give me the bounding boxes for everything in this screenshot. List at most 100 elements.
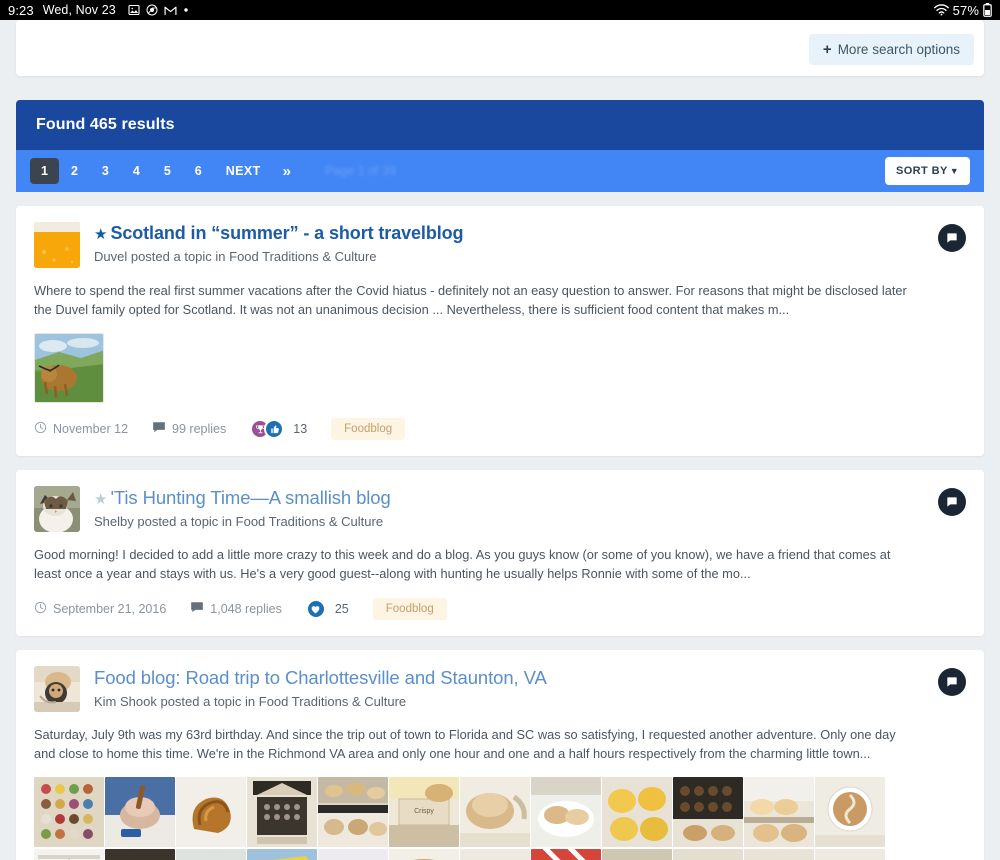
plus-icon: + [822, 41, 832, 58]
battery-percent-label: 57% [952, 2, 979, 18]
result-thumbnail[interactable] [318, 777, 388, 848]
results-count-title: Found 465 results [16, 100, 984, 150]
result-thumbnail[interactable] [531, 849, 601, 860]
result-thumbnail[interactable] [105, 777, 175, 848]
avatar[interactable] [34, 486, 80, 533]
result-thumbnail[interactable] [105, 849, 175, 860]
result-attachment-thumbnail[interactable] [34, 333, 104, 404]
result-thumbnail[interactable] [815, 849, 885, 860]
result-thumbnail[interactable] [531, 777, 601, 848]
result-thumbnail[interactable] [460, 777, 530, 848]
reaction-count: 25 [334, 602, 349, 617]
page-link-next[interactable]: NEXT [214, 158, 273, 184]
result-date-label: September 21, 2016 [53, 602, 167, 617]
scroll-gutter [984, 20, 1000, 860]
result-excerpt: Good morning! I decided to add a little … [34, 547, 891, 581]
status-bar-notification-icons [128, 4, 189, 16]
search-options-card: + More search options [16, 20, 984, 76]
avatar[interactable] [34, 222, 80, 268]
android-status-bar: 9:23 Wed, Nov 23 57% [0, 0, 1000, 20]
pagination: 1 2 3 4 5 6 NEXT » Page 1 of 39 [30, 158, 396, 184]
page-link-6[interactable]: 6 [183, 158, 214, 184]
reaction-stack [250, 419, 285, 440]
result-replies-label: 1,048 replies [210, 602, 282, 617]
result-thumbnail[interactable] [673, 777, 743, 848]
comment-bubble-icon[interactable] [938, 668, 966, 697]
result-excerpt: Saturday, July 9th was my 63rd birthday.… [34, 727, 896, 761]
heart-reaction-icon [305, 599, 326, 620]
result-thumbnail[interactable] [34, 849, 104, 860]
pagination-bar: 1 2 3 4 5 6 NEXT » Page 1 of 39 SORT BY ▼ [16, 150, 984, 192]
result-thumbnail[interactable]: Crispy [389, 777, 459, 848]
more-search-options-button[interactable]: + More search options [808, 34, 974, 65]
result-date: September 21, 2016 [34, 601, 166, 617]
result-title-link[interactable]: Food blog: Road trip to Charlottesville … [94, 667, 547, 688]
page-link-2[interactable]: 2 [59, 158, 90, 184]
result-thumbnail[interactable] [34, 777, 104, 848]
comment-icon [190, 601, 204, 617]
photos-icon [128, 4, 140, 16]
results-header: Found 465 results 1 2 3 4 5 6 NEXT » Pag… [16, 100, 984, 192]
chrome-icon [146, 4, 158, 16]
sort-by-button[interactable]: SORT BY ▼ [884, 157, 970, 185]
result-tag[interactable]: Foodblog [331, 418, 406, 441]
reaction-stack [305, 599, 326, 620]
result-header: Food blog: Road trip to Charlottesville … [34, 666, 966, 713]
clock-icon [34, 421, 47, 437]
result-image-grid: Crispy Wright's [34, 777, 966, 860]
dot-icon [183, 7, 189, 13]
search-result-item[interactable]: Food blog: Road trip to Charlottesville … [16, 650, 984, 860]
result-tag[interactable]: Foodblog [372, 598, 447, 621]
result-thumbnail[interactable] [389, 849, 459, 860]
result-meta: November 12 99 replies 13 Foodblog [34, 418, 966, 441]
result-thumbnail[interactable] [176, 849, 246, 860]
page-link-last[interactable]: » [273, 159, 301, 184]
result-reactions[interactable]: 25 [305, 599, 349, 620]
status-bar-clock: 9:23 [8, 2, 34, 18]
result-meta: September 21, 2016 1,048 replies 25 Food… [34, 598, 966, 621]
battery-icon [983, 3, 992, 17]
result-thumbnail[interactable]: Wright's [247, 849, 317, 860]
page-link-4[interactable]: 4 [121, 158, 152, 184]
search-result-item[interactable]: ★ Scotland in “summer” - a short travelbl… [16, 206, 984, 457]
page-link-1[interactable]: 1 [30, 158, 59, 184]
page-link-5[interactable]: 5 [152, 158, 183, 184]
status-bar-date: Wed, Nov 23 [42, 3, 116, 17]
result-thumbnail[interactable] [744, 849, 814, 860]
result-title-block: ★ 'Tis Hunting Time—A smallish blog Shelb… [94, 486, 966, 529]
comment-bubble-icon[interactable] [938, 488, 966, 517]
result-thumbnail[interactable] [815, 777, 885, 848]
svg-text:Crispy: Crispy [414, 808, 434, 815]
comment-bubble-icon[interactable] [938, 224, 966, 252]
result-replies-label: 99 replies [172, 422, 227, 437]
result-header: ★ 'Tis Hunting Time—A smallish blog Shelb… [34, 486, 966, 533]
result-byline: Duvel posted a topic in Food Traditions … [94, 249, 377, 264]
result-thumbnail[interactable] [460, 849, 530, 860]
page-content: + More search options Found 465 results … [0, 20, 1000, 860]
result-thumbnail[interactable] [318, 849, 388, 860]
result-header: ★ Scotland in “summer” - a short travelbl… [34, 222, 966, 268]
result-byline: Shelby posted a topic in Food Traditions… [94, 514, 384, 530]
search-result-item[interactable]: ★ 'Tis Hunting Time—A smallish blog Shelb… [16, 470, 984, 637]
result-thumbnail[interactable] [744, 777, 814, 848]
star-icon: ★ [94, 491, 108, 509]
result-reactions[interactable]: 13 [250, 419, 307, 440]
page-link-3[interactable]: 3 [90, 158, 121, 184]
sort-by-label: SORT BY [895, 165, 948, 177]
result-thumbnail[interactable] [176, 777, 246, 848]
result-thumbnail[interactable] [602, 849, 672, 860]
status-bar-right: 57% [933, 2, 992, 18]
result-title-block: Food blog: Road trip to Charlottesville … [94, 666, 966, 709]
result-thumbnail[interactable] [673, 849, 743, 860]
result-thumbnail[interactable] [247, 777, 317, 848]
clock-icon [34, 601, 47, 617]
comment-icon [152, 421, 166, 437]
thanks-reaction-icon [264, 419, 285, 440]
content-wrapper: + More search options Found 465 results … [16, 20, 984, 860]
avatar[interactable] [34, 666, 80, 713]
result-thumbnail[interactable] [602, 777, 672, 848]
result-title-link[interactable]: Scotland in “summer” - a short travelblo… [110, 223, 463, 243]
result-title-link[interactable]: 'Tis Hunting Time—A smallish blog [110, 487, 390, 508]
result-date: November 12 [34, 421, 128, 437]
result-replies: 1,048 replies [190, 601, 282, 617]
